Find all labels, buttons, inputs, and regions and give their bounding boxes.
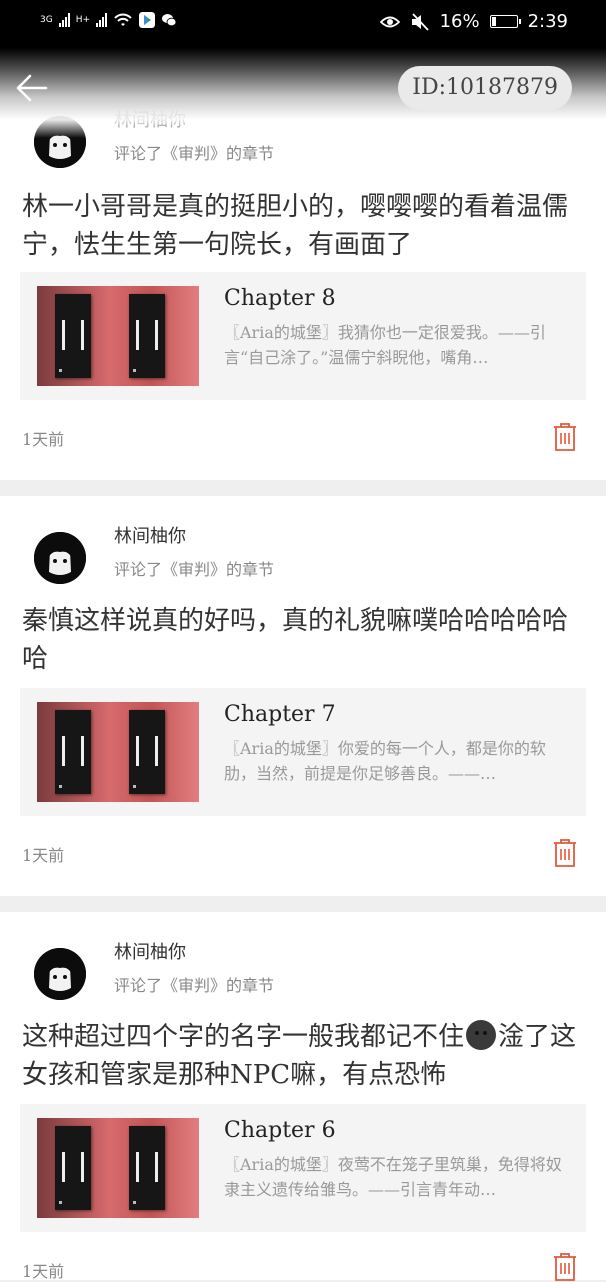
chapter-excerpt: 〖Aria的城堡〗你爱的每一个人，都是你的软肋，当然，前提是你足够善良。——…	[224, 739, 546, 783]
chapter-link[interactable]: Chapter 7 〖Aria的城堡〗你爱的每一个人，都是你的软肋，当然，前提是…	[20, 688, 586, 816]
comment-card: 林间柚你 评论了《审判》的章节 秦慎这样说真的好吗，真的礼貌嘛噗哈哈哈哈哈哈 C…	[0, 496, 606, 896]
status-bar: 3G H+ 16% 2:39	[0, 0, 606, 48]
user-id-badge: ID:10187879	[398, 66, 572, 110]
avatar-image	[34, 948, 86, 1000]
username[interactable]: 林间柚你	[114, 938, 186, 964]
comment-time: 1天前	[22, 1262, 65, 1281]
username[interactable]: 林间柚你	[114, 106, 186, 132]
avatar-image	[34, 116, 86, 168]
chapter-title: Chapter 8	[224, 286, 336, 311]
chapter-title: Chapter 7	[224, 702, 336, 727]
chapter-link[interactable]: Chapter 6 〖Aria的城堡〗夜莺不在笼子里筑巢，免得将奴隶主义遗传给雏…	[20, 1104, 586, 1232]
chapter-title: Chapter 6	[224, 1118, 336, 1143]
chapter-excerpt: 〖Aria的城堡〗夜莺不在笼子里筑巢，免得将奴隶主义遗传给雏鸟。——引言青年动…	[224, 1155, 562, 1199]
back-arrow-icon[interactable]	[14, 70, 50, 106]
comment-time: 1天前	[22, 430, 65, 449]
comment-text-part: 这种超过四个字的名字一般我都记不住	[22, 1022, 465, 1052]
signal-icon	[96, 13, 108, 27]
avatar[interactable]	[34, 532, 86, 584]
comment-card: 林间柚你 评论了《审判》的章节 这种超过四个字的名字一般我都记不住 淦了这女孩和管…	[0, 912, 606, 1282]
username[interactable]: 林间柚你	[114, 522, 186, 548]
mute-icon	[411, 12, 429, 31]
status-right: 16% 2:39	[379, 11, 568, 32]
network-type-hplus: H+	[75, 14, 91, 25]
network-type-3g: 3G	[40, 14, 53, 25]
book-cover	[37, 1118, 199, 1218]
comment-source: 评论了《审判》的章节	[114, 560, 275, 579]
battery-icon	[489, 15, 521, 28]
play-store-icon	[139, 12, 156, 28]
delete-icon[interactable]	[552, 422, 578, 452]
chapter-excerpt: 〖Aria的城堡〗我猜你也一定很爱我。——引言“自己涂了。”温儒宁斜睨他，嘴角…	[224, 323, 546, 367]
wifi-icon	[114, 13, 132, 26]
delete-icon[interactable]	[552, 838, 578, 868]
avatar-image	[34, 532, 86, 584]
signal-icon	[58, 13, 70, 27]
avatar[interactable]	[34, 116, 86, 168]
comment-source: 评论了《审判》的章节	[114, 976, 275, 995]
clock: 2:39	[527, 11, 568, 32]
avatar[interactable]	[34, 948, 86, 1000]
eye-icon	[379, 16, 400, 27]
comment-text: 秦慎这样说真的好吗，真的礼貌嘛噗哈哈哈哈哈哈	[22, 606, 569, 674]
chapter-link[interactable]: Chapter 8 〖Aria的城堡〗我猜你也一定很爱我。——引言“自己涂了。”…	[20, 272, 586, 400]
status-left: 3G H+	[40, 12, 177, 28]
comment-text: 这种超过四个字的名字一般我都记不住 淦了这女孩和管家是那种NPC嘛，有点恐怖	[22, 1018, 582, 1094]
wechat-icon	[162, 14, 177, 27]
comment-card: 林间柚你 评论了《审判》的章节 林一小哥哥是真的挺胆小的，嘤嘤嘤的看着温儒宁，怯…	[0, 48, 606, 480]
comment-text: 林一小哥哥是真的挺胆小的，嘤嘤嘤的看着温儒宁，怯生生第一句院长，有画面了	[22, 192, 569, 260]
battery-percent: 16%	[439, 11, 480, 32]
book-cover	[37, 286, 199, 386]
comment-time: 1天前	[22, 846, 65, 865]
comment-source: 评论了《审判》的章节	[114, 144, 275, 163]
delete-icon[interactable]	[552, 1252, 578, 1282]
book-cover	[37, 702, 199, 802]
emoji-face-icon	[466, 1020, 497, 1050]
